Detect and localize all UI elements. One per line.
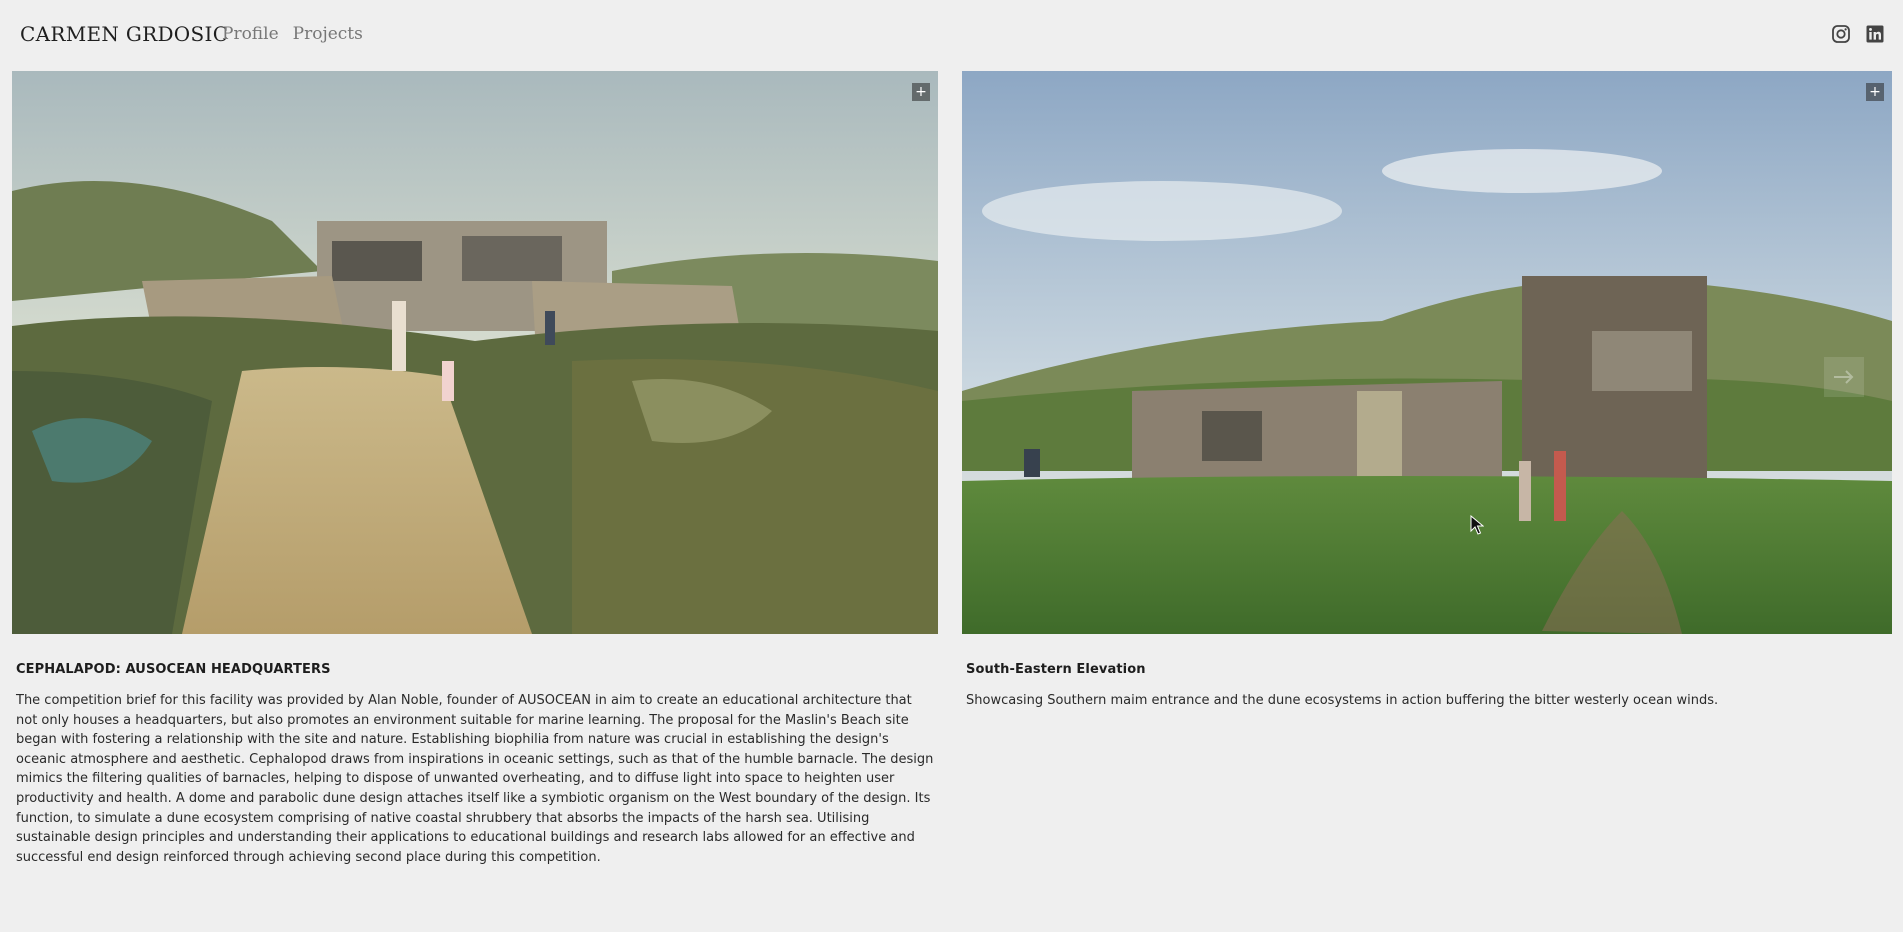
chevron-right-icon [1834,370,1854,384]
next-arrow-button[interactable] [1824,357,1864,397]
image-title: South-Eastern Elevation [966,662,1146,677]
linkedin-icon[interactable] [1865,24,1885,44]
project-caption-left: CEPHALAPOD: AUSOCEAN HEADQUARTERS The co… [16,662,936,867]
project-title: CEPHALAPOD: AUSOCEAN HEADQUARTERS [16,662,331,677]
expand-icon[interactable]: + [1866,83,1884,101]
expand-icon[interactable]: + [912,83,930,101]
main-nav: Profile Projects [222,24,363,44]
image-description: Showcasing Southern maim entrance and th… [966,693,1719,708]
social-links [1831,24,1885,44]
south-eastern-elevation-render [962,71,1892,634]
instagram-icon[interactable] [1831,24,1851,44]
project-caption-right: South-Eastern Elevation Showcasing South… [966,662,1886,711]
dune-headquarters-render [12,71,938,634]
nav-projects-link[interactable]: Projects [293,24,363,44]
site-header: CARMEN GRDOSIC Profile Projects [0,0,1903,70]
mouse-cursor [1470,514,1485,535]
gallery-image-right[interactable]: + [962,71,1892,634]
gallery-image-left[interactable]: + [12,71,938,634]
site-logo[interactable]: CARMEN GRDOSIC [20,22,228,46]
project-description: The competition brief for this facility … [16,693,934,865]
nav-profile-link[interactable]: Profile [222,24,279,44]
